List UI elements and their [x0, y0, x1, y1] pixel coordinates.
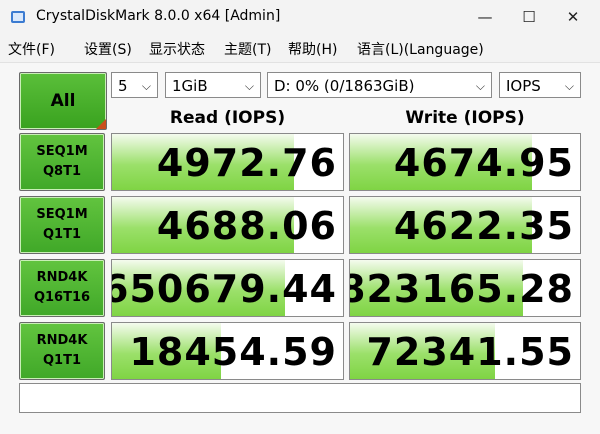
read-result-cell: 4688.06: [111, 196, 344, 254]
test-params: Q16T16: [33, 290, 91, 305]
write-result-cell: 4674.95: [349, 133, 581, 191]
write-result-value: 823165.28: [349, 267, 574, 311]
test-name: SEQ1M: [36, 207, 88, 222]
write-result-value: 4622.35: [393, 204, 574, 248]
drive-select[interactable]: D: 0% (0/1863GiB) ⌵: [267, 72, 492, 98]
test-size-select[interactable]: 1GiB ⌵: [165, 72, 261, 98]
test-button-rnd4k-q16t16[interactable]: RND4K Q16T16: [19, 259, 105, 317]
write-result-value: 72341.55: [366, 330, 574, 374]
test-name: SEQ1M: [36, 144, 88, 159]
test-params: Q1T1: [42, 353, 81, 368]
title-bar: CrystalDiskMark 8.0.0 x64 [Admin] — ☐ ✕: [0, 0, 600, 36]
write-result-cell: 4622.35: [349, 196, 581, 254]
drive-value: D: 0% (0/1863GiB): [274, 77, 415, 95]
read-result-cell: 650679.44: [111, 259, 344, 317]
test-name: RND4K: [36, 333, 88, 348]
read-result-value: 18454.59: [129, 330, 337, 374]
test-params: Q1T1: [42, 227, 81, 242]
read-column-header: Read (IOPS): [169, 108, 286, 128]
menu-theme[interactable]: 主题(T): [224, 39, 271, 59]
chevron-down-icon: ⌵: [564, 79, 574, 93]
test-size-value: 1GiB: [172, 77, 208, 95]
read-result-value: 650679.44: [111, 267, 337, 311]
test-name: RND4K: [36, 270, 88, 285]
minimize-button[interactable]: —: [462, 0, 508, 34]
close-button[interactable]: ✕: [550, 0, 596, 34]
read-result-cell: 4972.76: [111, 133, 344, 191]
menu-file[interactable]: 文件(F): [8, 39, 55, 59]
minimize-icon: —: [477, 8, 493, 26]
read-result-value: 4972.76: [156, 141, 337, 185]
read-result-value: 4688.06: [156, 204, 337, 248]
test-count-value: 5: [118, 77, 128, 95]
menu-bar: 文件(F) 设置(S) 显示状态 主题(T) 帮助(H) 语言(L)(Langu…: [0, 37, 600, 61]
menu-settings[interactable]: 设置(S): [84, 39, 132, 59]
chevron-down-icon: ⌵: [244, 79, 254, 93]
test-button-seq1m-q8t1[interactable]: SEQ1M Q8T1: [19, 133, 105, 191]
close-icon: ✕: [566, 8, 580, 26]
chevron-down-icon: ⌵: [475, 79, 485, 93]
read-result-cell: 18454.59: [111, 322, 344, 380]
write-result-value: 4674.95: [393, 141, 574, 185]
maximize-icon: ☐: [522, 8, 536, 26]
chevron-down-icon: ⌵: [141, 79, 151, 93]
test-count-select[interactable]: 5 ⌵: [111, 72, 158, 98]
test-button-seq1m-q1t1[interactable]: SEQ1M Q1T1: [19, 196, 105, 254]
write-result-cell: 72341.55: [349, 322, 581, 380]
unit-select[interactable]: IOPS ⌵: [499, 72, 581, 98]
all-button[interactable]: All: [19, 72, 107, 130]
unit-value: IOPS: [506, 77, 541, 95]
test-params: Q8T1: [42, 164, 81, 179]
test-button-rnd4k-q1t1[interactable]: RND4K Q1T1: [19, 322, 105, 380]
maximize-button[interactable]: ☐: [506, 0, 552, 34]
write-column-header: Write (IOPS): [405, 108, 525, 128]
app-icon: [11, 11, 25, 23]
menu-help[interactable]: 帮助(H): [288, 39, 337, 59]
menu-display-status[interactable]: 显示状态: [149, 39, 205, 59]
corner-marker-icon: [96, 119, 106, 129]
menu-language[interactable]: 语言(L)(Language): [357, 39, 484, 59]
write-result-cell: 823165.28: [349, 259, 581, 317]
window-title: CrystalDiskMark 8.0.0 x64 [Admin]: [36, 8, 281, 24]
comment-input[interactable]: [19, 383, 581, 413]
all-button-label: All: [50, 91, 76, 111]
